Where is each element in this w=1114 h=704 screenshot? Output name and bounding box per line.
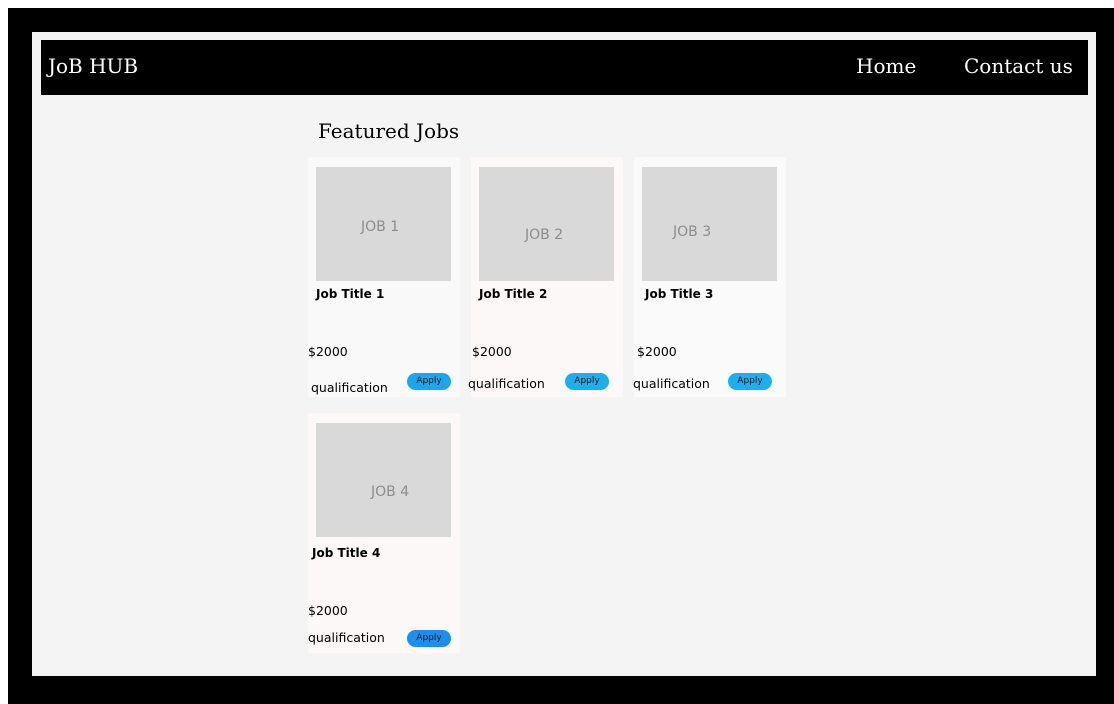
job-title: Job Title 4: [312, 546, 381, 560]
job-thumbnail: JOB 1: [316, 167, 451, 281]
job-qualification: qualification: [311, 380, 388, 395]
apply-button-job-3[interactable]: Apply: [728, 373, 772, 390]
navbar: [41, 40, 1088, 95]
job-salary: $2000: [308, 344, 348, 359]
job-card-2: JOB 2 Job Title 2 $2000 qualification Ap…: [468, 157, 623, 397]
job-salary: $2000: [472, 344, 512, 359]
job-thumbnail-label: JOB 1: [361, 219, 400, 235]
job-thumbnail: JOB 4: [316, 423, 451, 537]
section-title: Featured Jobs: [318, 119, 460, 143]
job-card-4: JOB 4 Job Title 4 $2000 qualification Ap…: [308, 413, 460, 653]
job-card-3: JOB 3 Job Title 3 $2000 qualification Ap…: [633, 157, 786, 397]
job-title: Job Title 2: [479, 287, 548, 301]
job-thumbnail: JOB 2: [479, 167, 614, 281]
job-thumbnail-label: JOB 3: [673, 224, 712, 240]
nav-contact-link[interactable]: Contact us: [964, 52, 1073, 80]
apply-button-job-4[interactable]: Apply: [407, 630, 451, 647]
job-card-1: JOB 1 Job Title 1 $2000 qualification Ap…: [308, 157, 460, 397]
job-qualification: qualification: [633, 376, 710, 391]
job-qualification: qualification: [308, 630, 385, 645]
apply-button-job-1[interactable]: Apply: [407, 373, 451, 390]
nav-home-link[interactable]: Home: [856, 52, 916, 80]
job-thumbnail-label: JOB 4: [371, 484, 410, 500]
apply-button-job-2[interactable]: Apply: [565, 373, 609, 390]
job-title: Job Title 1: [316, 287, 385, 301]
job-salary: $2000: [308, 603, 348, 618]
job-qualification: qualification: [468, 376, 545, 391]
brand-logo[interactable]: JoB HUB: [48, 52, 138, 80]
job-thumbnail-label: JOB 2: [525, 227, 564, 243]
job-title: Job Title 3: [645, 287, 714, 301]
job-thumbnail: JOB 3: [642, 167, 777, 281]
job-salary: $2000: [637, 344, 677, 359]
